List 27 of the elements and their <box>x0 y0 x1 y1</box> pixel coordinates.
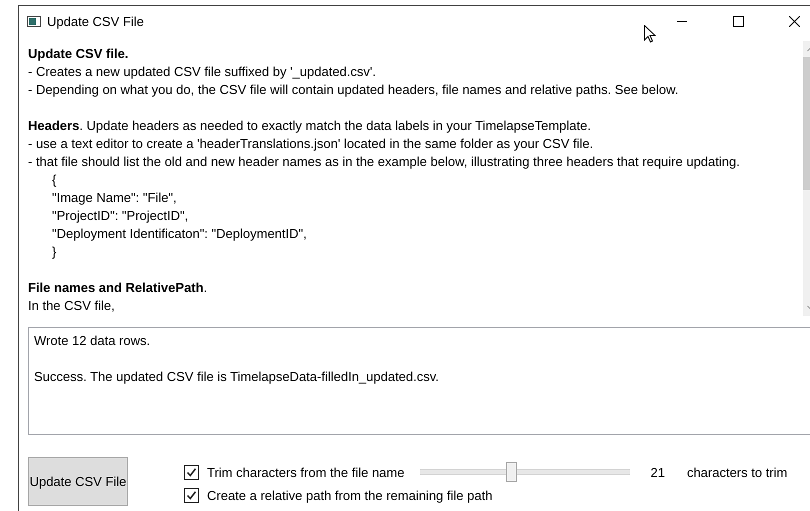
update-csv-button[interactable]: Update CSV File <box>28 457 128 506</box>
checkbox-label: Create a relative path from the remaining file path <box>207 488 492 503</box>
maximize-icon[interactable] <box>732 16 744 26</box>
help-text: Headers. Update headers as needed to exactly match the data labels in your TimelapseTemplate. <box>28 117 592 135</box>
help-text: - that file should list the old and new header names as in the example below, illustrating three headers that require updating. <box>28 153 741 171</box>
code-line: "ProjectID": "ProjectID", <box>51 207 190 225</box>
output-log: Wrote 12 data rows. Success. The updated CSV file is TimelapseData-filledIn_updated.csv. <box>28 327 810 435</box>
trim-unit: characters to trim <box>686 464 788 480</box>
close-icon[interactable] <box>788 16 800 26</box>
help-text: - Creates a new updated CSV file suffixed by '_updated.csv'. <box>28 63 377 81</box>
checkbox[interactable] <box>184 488 199 503</box>
checkbox[interactable] <box>184 464 199 480</box>
code-line: { <box>51 171 58 189</box>
code-line: "Image Name": "File", <box>51 189 178 207</box>
window-title: Update CSV File <box>47 14 145 28</box>
app-icon <box>27 16 41 26</box>
code-line: "Deployment Identificaton": "DeploymentID", <box>51 225 308 243</box>
help-text: - use a text editor to create a 'headerTranslations.json' located in the same folder as your CSV file. <box>28 135 594 153</box>
help-text: File names and RelativePath. <box>28 279 208 297</box>
trim-value: 21 <box>650 464 665 480</box>
help-text: - Depending on what you do, the CSV file will contain updated headers, file names and relative paths. See below. <box>28 81 680 99</box>
slider-thumb[interactable] <box>506 462 517 482</box>
checkbox-label: Trim characters from the file name <box>207 464 404 480</box>
help-heading: Update CSV file. <box>28 45 130 63</box>
mouse-cursor-icon <box>644 25 656 43</box>
help-text: In the CSV file, <box>28 297 116 315</box>
code-line: } <box>51 243 58 261</box>
